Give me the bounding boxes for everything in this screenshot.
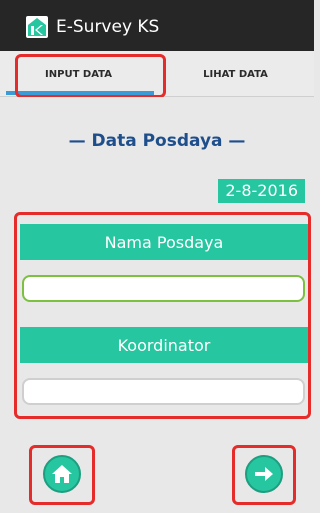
app-title: E-Survey KS: [56, 17, 160, 37]
tab-highlight-box: [15, 54, 166, 98]
koordinator-input[interactable]: [22, 378, 305, 405]
arrow-right-icon: [255, 467, 273, 481]
section-title: — Data Posdaya —: [68, 131, 246, 151]
tab-lihat-data[interactable]: LIHAT DATA: [157, 51, 314, 97]
app-title-bar: E-Survey KS: [0, 0, 314, 51]
home-button[interactable]: [43, 455, 81, 493]
home-icon: [52, 465, 72, 483]
nama-posdaya-input[interactable]: [22, 275, 305, 302]
date-badge: 2-8-2016: [218, 179, 305, 203]
app-logo-icon: [26, 16, 48, 38]
nama-posdaya-label: Nama Posdaya: [20, 224, 308, 260]
koordinator-label: Koordinator: [20, 327, 308, 363]
next-button[interactable]: [245, 455, 283, 493]
